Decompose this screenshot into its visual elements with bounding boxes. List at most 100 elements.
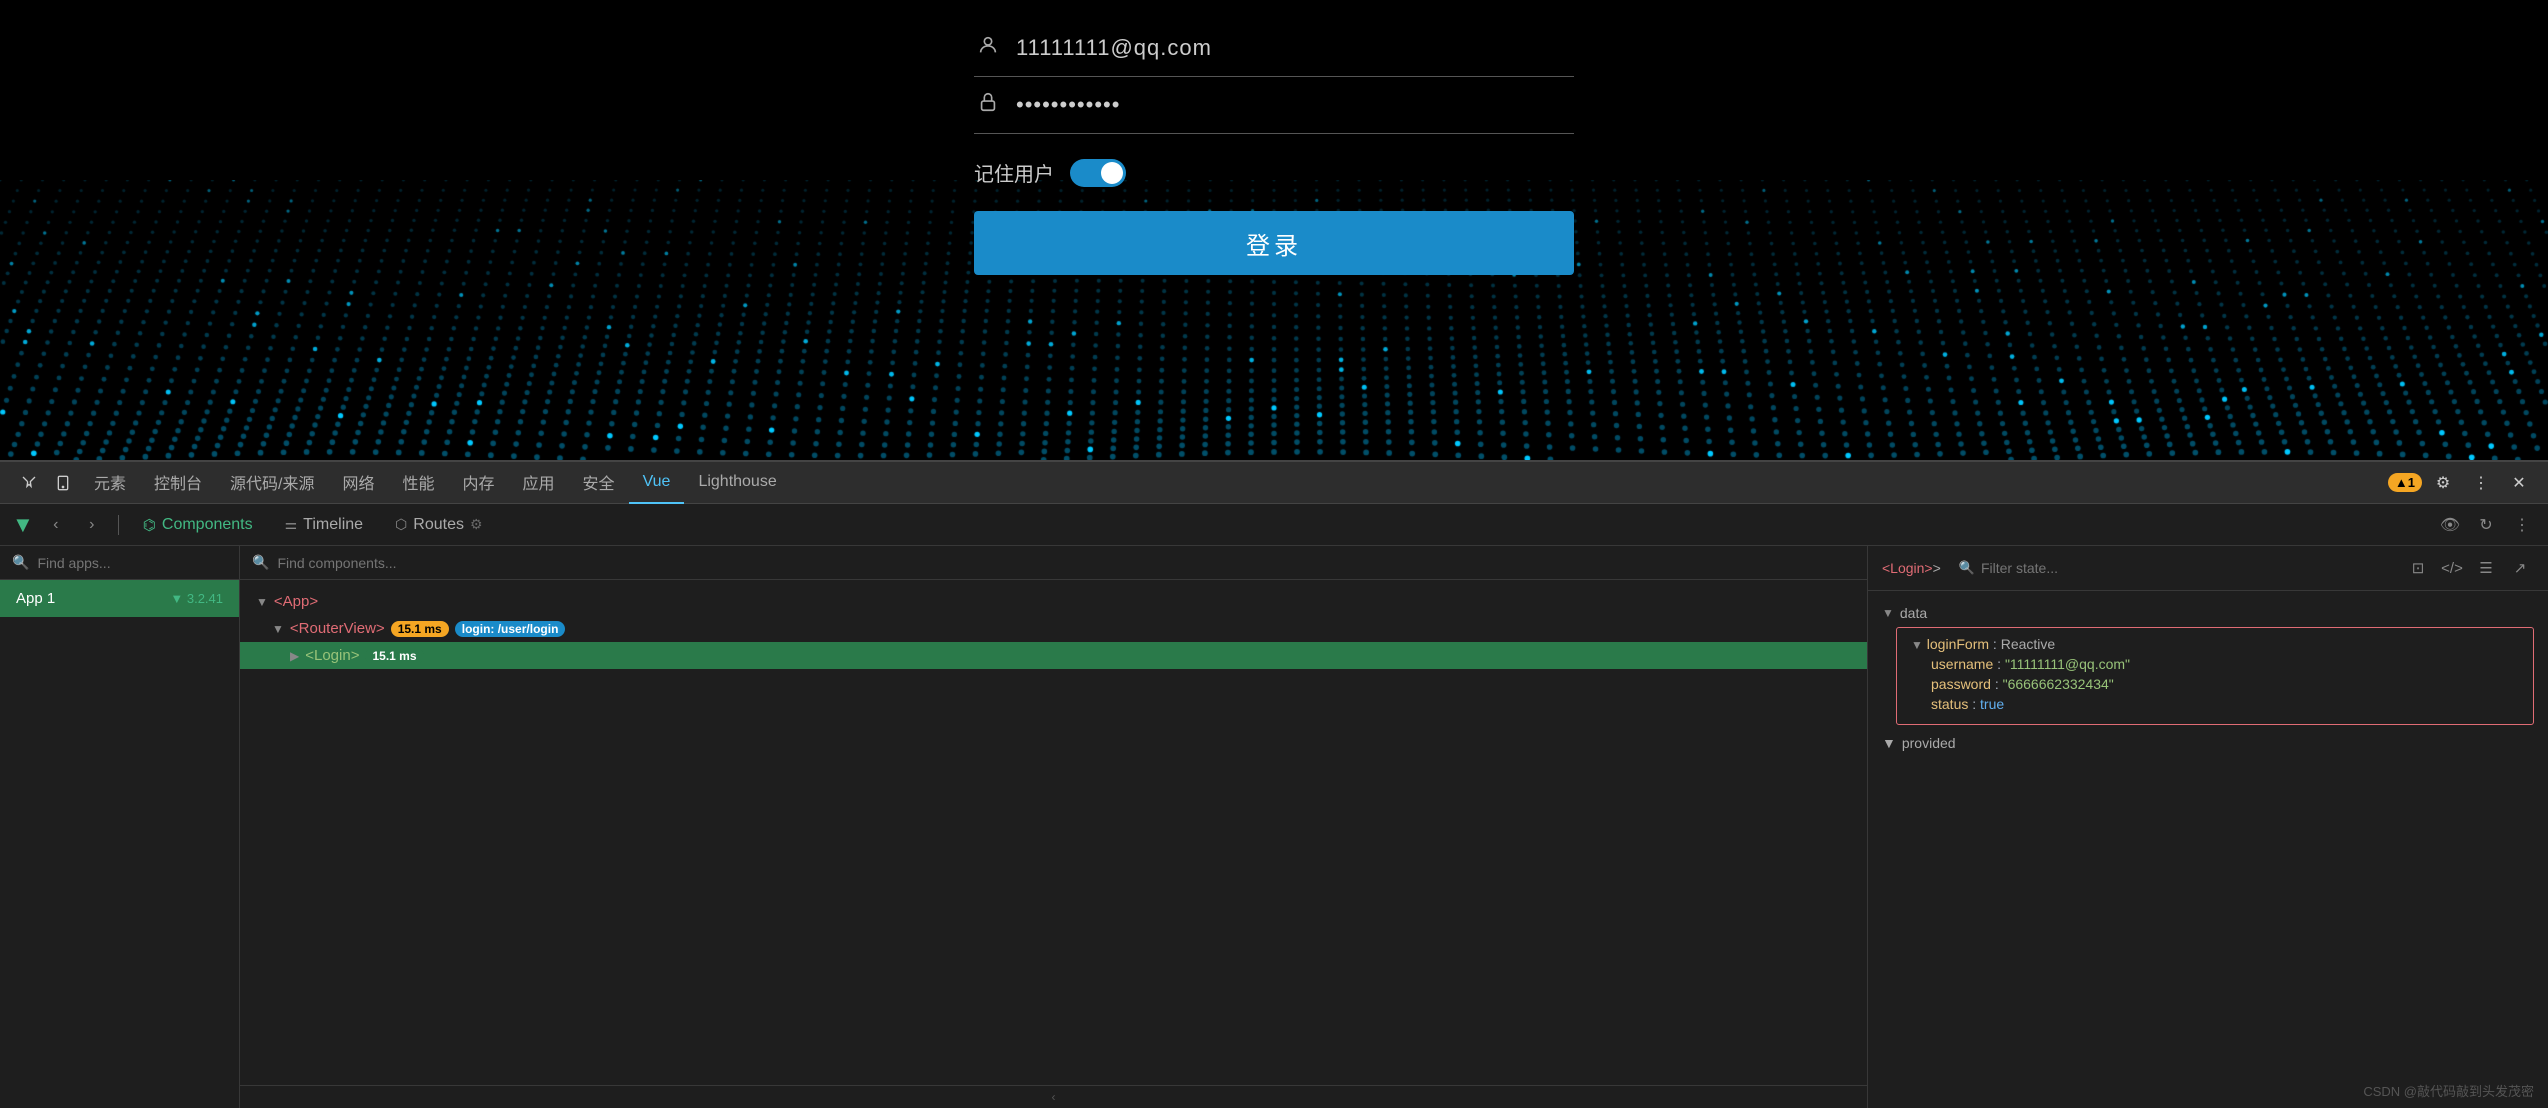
timeline-icon: ⚌ <box>285 516 298 533</box>
remember-label: 记住用户 <box>974 158 1054 187</box>
devtools-content: 🔍 App 1 ▼ 3.2.41 🔍 ▼ <App> <box>0 546 2548 1108</box>
login-page: 11111111@qq.com ············ 记住用户 登录 <box>0 0 2548 460</box>
more-icon[interactable]: ⋮ <box>2464 466 2498 500</box>
arrow-app: ▼ <box>256 595 268 609</box>
provided-arrow: ▼ <box>1882 735 1896 751</box>
loginform-type: Reactive <box>2001 636 2055 652</box>
component-search-bar: 🔍 <box>240 546 1867 580</box>
login-form: 11111111@qq.com ············ 记住用户 登录 <box>974 20 1574 275</box>
remember-toggle[interactable] <box>1070 159 1126 187</box>
state-filter-icon: 🔍 <box>1959 560 1975 576</box>
arrow-login: ▶ <box>290 649 299 663</box>
screenshot-icon[interactable]: ⊡ <box>2404 554 2432 582</box>
vue-toolbar-right: 👁 ↻ ⋮ <box>2436 511 2536 539</box>
app-item[interactable]: App 1 ▼ 3.2.41 <box>0 580 239 617</box>
status-field: status : true <box>1931 696 2519 712</box>
state-filter-bar: 🔍 <box>1959 560 2162 576</box>
timeline-label: Timeline <box>303 516 363 534</box>
devtools-panel: 元素 控制台 源代码/来源 网络 性能 内存 应用 安全 Vue Lightho… <box>0 460 2548 1108</box>
eye-icon[interactable]: 👁 <box>2436 511 2464 539</box>
tab-console[interactable]: 控制台 <box>140 462 216 504</box>
collapse-panel-btn[interactable]: ‹ <box>240 1085 1867 1108</box>
close-icon[interactable]: ✕ <box>2502 466 2536 500</box>
comp-name-app: <App> <box>274 593 318 610</box>
separator <box>118 515 119 535</box>
routes-settings-icon: ⚙ <box>470 516 483 533</box>
toggle-knob <box>1101 162 1123 184</box>
list-icon[interactable]: ☰ <box>2472 554 2500 582</box>
tab-network[interactable]: 网络 <box>328 462 388 504</box>
tab-memory[interactable]: 内存 <box>449 462 509 504</box>
lock-icon <box>974 91 1002 119</box>
refresh-icon[interactable]: ↻ <box>2472 511 2500 539</box>
tab-performance[interactable]: 性能 <box>389 462 449 504</box>
components-icon: ⌬ <box>143 516 156 534</box>
tab-vue[interactable]: Vue <box>629 462 685 504</box>
code-icon[interactable]: </> <box>2438 554 2466 582</box>
password-row: ············ <box>974 77 1574 134</box>
login-form-reactive-box: ▼ loginForm : Reactive username : "11111… <box>1896 627 2534 725</box>
data-label: data <box>1900 605 1927 621</box>
state-filter-input[interactable] <box>1981 560 2162 576</box>
badge-routerview-route: login: /user/login <box>455 621 566 637</box>
component-tree: ▼ <App> ▼ <RouterView> 15.1 ms login: /u… <box>240 580 1867 1085</box>
tab-application[interactable]: 应用 <box>509 462 569 504</box>
devtools-topbar: 元素 控制台 源代码/来源 网络 性能 内存 应用 安全 Vue Lightho… <box>0 462 2548 504</box>
email-input[interactable]: 11111111@qq.com <box>1016 35 1574 61</box>
tab-lighthouse[interactable]: Lighthouse <box>684 462 790 504</box>
vue-logo: ▼ <box>12 512 34 538</box>
routes-label: Routes <box>413 516 464 534</box>
vue-tab-components[interactable]: ⌬ Components <box>131 512 265 538</box>
tree-item-login[interactable]: ▶ <Login> 15.1 ms <box>240 642 1867 669</box>
forward-button[interactable]: › <box>78 511 106 539</box>
tab-sources[interactable]: 源代码/来源 <box>216 462 328 504</box>
badge-routerview-time: 15.1 ms <box>391 621 449 637</box>
watermark: CSDN @敲代码敲到头发茂密 <box>2363 1081 2534 1100</box>
loginform-colon: : <box>1993 636 2001 652</box>
components-label: Components <box>162 516 253 534</box>
password-input[interactable]: ············ <box>1016 92 1574 118</box>
loginform-prop: loginForm <box>1927 636 1989 652</box>
status-value: true <box>1980 696 2004 712</box>
device-icon[interactable] <box>46 466 80 500</box>
password-field: password : "6666662332434" <box>1931 676 2519 692</box>
arrow-routerview: ▼ <box>272 622 284 636</box>
data-section-header[interactable]: ▼ data <box>1882 605 2534 621</box>
state-body: ▼ data ▼ loginForm : Reactive <box>1868 591 2548 1108</box>
comp-search-icon: 🔍 <box>252 554 269 571</box>
vue-toolbar: ▼ ‹ › ⌬ Components ⚌ Timeline ⬡ Routes ⚙… <box>0 504 2548 546</box>
tab-elements[interactable]: 元素 <box>80 462 140 504</box>
routes-icon: ⬡ <box>395 516 407 533</box>
back-button[interactable]: ‹ <box>42 511 70 539</box>
tab-security[interactable]: 安全 <box>569 462 629 504</box>
login-button[interactable]: 登录 <box>974 211 1574 275</box>
tree-item-app[interactable]: ▼ <App> <box>240 588 1867 615</box>
inspect-icon[interactable] <box>12 466 46 500</box>
settings-icon[interactable]: ⚙ <box>2426 466 2460 500</box>
tree-item-routerview[interactable]: ▼ <RouterView> 15.1 ms login: /user/logi… <box>240 615 1867 642</box>
state-toolbar-right: ⊡ </> ☰ ↗ <box>2404 554 2534 582</box>
badge-login-time: 15.1 ms <box>365 648 423 664</box>
search-icon: 🔍 <box>12 554 29 571</box>
right-panel: <Login>> 🔍 ⊡ </> ☰ ↗ ▼ da <box>1868 546 2548 1108</box>
comp-name-routerview: <RouterView> <box>290 620 385 637</box>
status-prop: status <box>1931 696 1968 712</box>
warning-badge: ▲1 <box>2388 473 2422 492</box>
topbar-right: ▲1 ⚙ ⋮ ✕ <box>2388 466 2536 500</box>
vue-tab-timeline[interactable]: ⚌ Timeline <box>273 512 375 538</box>
password-value: "6666662332434" <box>2003 676 2114 692</box>
username-colon: : <box>1997 656 2005 672</box>
vue-tab-routes[interactable]: ⬡ Routes ⚙ <box>383 512 495 538</box>
apps-search-input[interactable] <box>37 555 227 571</box>
loginform-arrow[interactable]: ▼ <box>1911 638 1923 652</box>
status-colon: : <box>1972 696 1980 712</box>
component-search-input[interactable] <box>277 555 1855 571</box>
apps-search-bar: 🔍 <box>0 546 239 580</box>
provided-section[interactable]: ▼ provided <box>1868 729 2548 757</box>
more-vert-icon[interactable]: ⋮ <box>2508 511 2536 539</box>
external-link-icon[interactable]: ↗ <box>2506 554 2534 582</box>
middle-panel: 🔍 ▼ <App> ▼ <RouterView> 15.1 ms login: … <box>240 546 1868 1108</box>
comp-name-login: <Login> <box>305 647 359 664</box>
username-prop: username <box>1931 656 1993 672</box>
state-comp-display: <Login>> <box>1882 560 1941 576</box>
